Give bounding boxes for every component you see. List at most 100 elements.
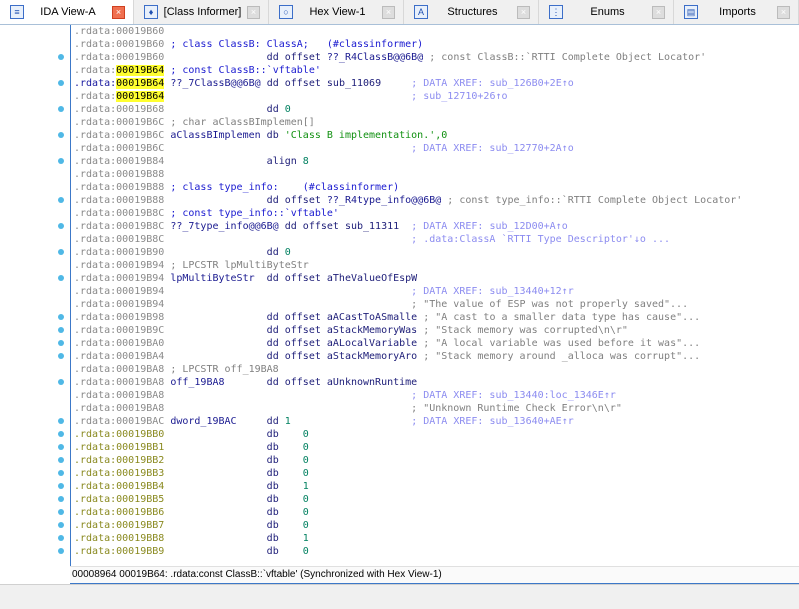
listing-line[interactable]: .rdata:00019B60 dd offset ??_R4ClassB@@6… xyxy=(74,51,742,64)
breakpoint-dot-icon[interactable] xyxy=(58,197,64,203)
listing-line[interactable]: .rdata:00019B94 ; "The value of ESP was … xyxy=(74,298,742,311)
listing-line[interactable]: .rdata:00019B88 ; class type_info: (#cla… xyxy=(74,181,742,194)
listing-line[interactable]: .rdata:00019BA4 dd offset aStackMemoryAr… xyxy=(74,350,742,363)
breakpoint-dot-icon[interactable] xyxy=(58,353,64,359)
address: .rdata:00019BA8 xyxy=(74,390,165,401)
label[interactable]: ??_R4ClassB@@6B@ xyxy=(327,52,423,63)
breakpoint-dot-icon[interactable] xyxy=(58,431,64,437)
listing-line[interactable]: .rdata:00019BA8 ; "Unknown Runtime Check… xyxy=(74,402,742,415)
listing-line[interactable]: .rdata:00019BA0 dd offset aALocalVariabl… xyxy=(74,337,742,350)
label[interactable]: aClassBImplemen xyxy=(164,130,266,141)
listing-line[interactable]: .rdata:00019B64 ; const ClassB::`vftable… xyxy=(74,64,742,77)
label[interactable]: dword_19BAC xyxy=(164,416,266,427)
breakpoint-dot-icon[interactable] xyxy=(58,80,64,86)
breakpoint-dot-icon[interactable] xyxy=(58,483,64,489)
breakpoint-dot-icon[interactable] xyxy=(58,509,64,515)
listing-line[interactable]: .rdata:00019B88 xyxy=(74,168,742,181)
operand[interactable]: aStackMemoryAro xyxy=(327,351,417,362)
listing-line[interactable]: .rdata:00019BA8 ; LPCSTR off_19BA8 xyxy=(74,363,742,376)
listing-line[interactable]: .rdata:00019B88 dd offset ??_R4type_info… xyxy=(74,194,742,207)
operand[interactable]: sub_11069 xyxy=(327,78,381,89)
listing-line[interactable]: .rdata:00019B60 xyxy=(74,25,742,38)
breakpoint-dot-icon[interactable] xyxy=(58,158,64,164)
breakpoint-dot-icon[interactable] xyxy=(58,106,64,112)
operand[interactable]: aACastToASmalle xyxy=(327,312,417,323)
tab-structures[interactable]: A Structures × xyxy=(404,0,539,24)
address: .rdata:00019BB3 xyxy=(74,468,165,479)
breakpoint-dot-icon[interactable] xyxy=(58,54,64,60)
listing-line[interactable]: .rdata:00019BA8 ; DATA XREF: sub_13440:l… xyxy=(74,389,742,402)
tab-imports[interactable]: ▤ Imports × xyxy=(674,0,799,24)
label[interactable]: ??_7type_info@@6B@ xyxy=(164,221,284,232)
disassembly-listing[interactable]: .rdata:00019B60 .rdata:00019B60 ; class C… xyxy=(70,25,799,566)
tab-enums[interactable]: ⋮ Enums × xyxy=(539,0,674,24)
operand[interactable]: aALocalVariable xyxy=(327,338,417,349)
listing-line[interactable]: .rdata:00019BB5 db 0 xyxy=(74,493,742,506)
breakpoint-dot-icon[interactable] xyxy=(58,249,64,255)
listing-line[interactable]: .rdata:00019B98 dd offset aACastToASmall… xyxy=(74,311,742,324)
listing-line[interactable]: .rdata:00019B6C ; char aClassBImplemen[] xyxy=(74,116,742,129)
listing-line[interactable]: .rdata:00019B90 dd 0 xyxy=(74,246,742,259)
label[interactable]: off_19BA8 xyxy=(164,377,266,388)
listing-line[interactable]: .rdata:00019B8C ??_7type_info@@6B@ dd of… xyxy=(74,220,742,233)
label[interactable]: ??_7ClassB@@6B@ xyxy=(164,78,266,89)
close-icon[interactable]: × xyxy=(112,5,125,19)
breakpoint-dot-icon[interactable] xyxy=(58,275,64,281)
listing-line[interactable]: .rdata:00019BAC dword_19BAC dd 1 ; DATA … xyxy=(74,415,742,428)
listing-line[interactable]: .rdata:00019B94 lpMultiByteStr dd offset… xyxy=(74,272,742,285)
breakpoint-dot-icon[interactable] xyxy=(58,340,64,346)
breakpoint-dot-icon[interactable] xyxy=(58,470,64,476)
breakpoint-dot-icon[interactable] xyxy=(58,535,64,541)
listing-line[interactable]: .rdata:00019B9C dd offset aStackMemoryWa… xyxy=(74,324,742,337)
breakpoint-dot-icon[interactable] xyxy=(58,223,64,229)
operand[interactable]: aStackMemoryWas xyxy=(327,325,417,336)
operand[interactable]: sub_11311 xyxy=(345,221,399,232)
listing-line[interactable]: .rdata:00019B6C aClassBImplemen db 'Clas… xyxy=(74,129,742,142)
listing-line[interactable]: .rdata:00019B8C ; .data:ClassA `RTTI Typ… xyxy=(74,233,742,246)
listing-line[interactable]: .rdata:00019B6C ; DATA XREF: sub_12770+2… xyxy=(74,142,742,155)
listing-line[interactable]: .rdata:00019BB2 db 0 xyxy=(74,454,742,467)
listing-line[interactable]: .rdata:00019B8C ; const type_info::`vfta… xyxy=(74,207,742,220)
breakpoint-dot-icon[interactable] xyxy=(58,132,64,138)
close-icon[interactable]: × xyxy=(382,5,395,19)
breakpoint-dot-icon[interactable] xyxy=(58,548,64,554)
breakpoint-dot-icon[interactable] xyxy=(58,522,64,528)
breakpoint-dot-icon[interactable] xyxy=(58,327,64,333)
label[interactable]: lpMultiByteStr xyxy=(164,273,266,284)
listing-line[interactable]: .rdata:00019BB9 db 0 xyxy=(74,545,742,558)
breakpoint-dot-icon[interactable] xyxy=(58,457,64,463)
listing-line[interactable]: .rdata:00019BB6 db 0 xyxy=(74,506,742,519)
listing-line[interactable]: .rdata:00019B64 ??_7ClassB@@6B@ dd offse… xyxy=(74,77,742,90)
breakpoint-dot-icon[interactable] xyxy=(58,496,64,502)
breakpoint-dot-icon[interactable] xyxy=(58,379,64,385)
instruction: db xyxy=(266,481,303,492)
listing-line[interactable]: .rdata:00019BB1 db 0 xyxy=(74,441,742,454)
tab-ida-view-a[interactable]: ≡ IDA View-A × xyxy=(0,0,134,24)
listing-line[interactable]: .rdata:00019BB3 db 0 xyxy=(74,467,742,480)
listing-line[interactable]: .rdata:00019B94 ; DATA XREF: sub_13440+1… xyxy=(74,285,742,298)
listing-line[interactable]: .rdata:00019B64 ; sub_12710+26↑o xyxy=(74,90,742,103)
breakpoint-dot-icon[interactable] xyxy=(58,314,64,320)
listing-line[interactable]: .rdata:00019BB0 db 0 xyxy=(74,428,742,441)
listing-line[interactable]: .rdata:00019BB4 db 1 xyxy=(74,480,742,493)
listing-line[interactable]: .rdata:00019B94 ; LPCSTR lpMultiByteStr xyxy=(74,259,742,272)
close-icon[interactable]: × xyxy=(652,5,665,19)
operand[interactable]: aTheValueOfEspW xyxy=(327,273,417,284)
close-icon[interactable]: × xyxy=(247,5,260,19)
listing-line[interactable]: .rdata:00019BB7 db 0 xyxy=(74,519,742,532)
breakpoint-dot-icon[interactable] xyxy=(58,418,64,424)
close-icon[interactable]: × xyxy=(517,5,530,19)
tab-hex-view-1[interactable]: ○ Hex View-1 × xyxy=(269,0,404,24)
label[interactable]: ??_R4type_info@@6B@ xyxy=(327,195,441,206)
comment: ; char aClassBImplemen[] xyxy=(164,117,315,128)
close-icon[interactable]: × xyxy=(777,5,790,19)
listing-line[interactable]: .rdata:00019BA8 off_19BA8 dd offset aUnk… xyxy=(74,376,742,389)
operand[interactable]: aUnknownRuntime xyxy=(327,377,417,388)
listing-line[interactable]: .rdata:00019B68 dd 0 xyxy=(74,103,742,116)
breakpoint-dot-icon[interactable] xyxy=(58,444,64,450)
listing-line[interactable]: .rdata:00019B84 align 8 xyxy=(74,155,742,168)
listing-line[interactable]: .rdata:00019BB8 db 1 xyxy=(74,532,742,545)
tab-class-informer[interactable]: ♦ [Class Informer] × xyxy=(134,0,269,24)
listing-line[interactable]: .rdata:00019B60 ; class ClassB: ClassA; … xyxy=(74,38,742,51)
